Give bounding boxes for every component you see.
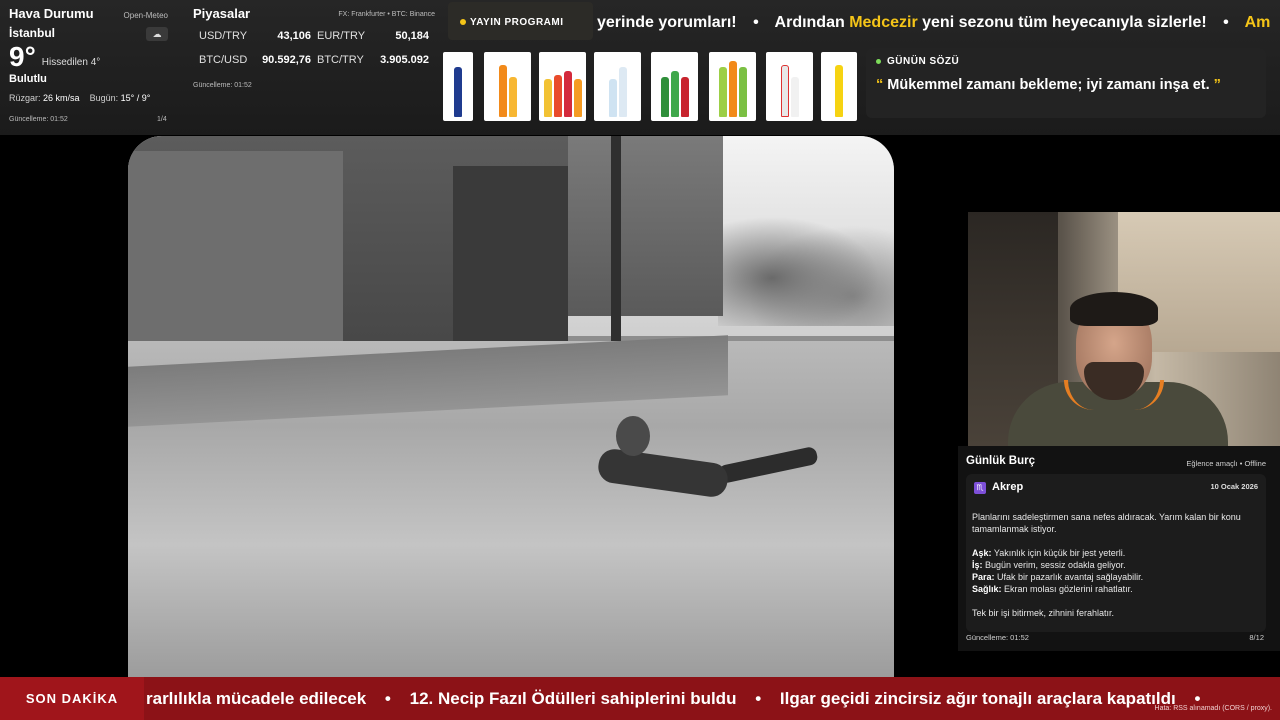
top-bar: Hava Durumu Open-Meteo İstanbul ☁ 9° His… xyxy=(0,0,1280,135)
ticker-tail: Am xyxy=(1244,14,1271,31)
market-item: BTC/USD 90.592,76 xyxy=(199,54,317,66)
weather-widget: Hava Durumu Open-Meteo İstanbul ☁ 9° His… xyxy=(0,0,182,130)
market-item: EUR/TRY 50,184 xyxy=(317,30,435,42)
live-dot-icon xyxy=(876,59,881,64)
market-value: 50,184 xyxy=(395,30,429,42)
video-player[interactable] xyxy=(0,135,1022,677)
live-dot-icon xyxy=(460,19,466,25)
horoscope-love: Aşk: Yakınlık için küçük bir jest yeterl… xyxy=(972,548,1126,558)
weather-condition: Bulutlu xyxy=(9,73,47,85)
video-frame xyxy=(128,136,894,677)
horoscope-tag: Eğlence amaçlı • Offline xyxy=(1186,459,1266,468)
weather-source: Open-Meteo xyxy=(123,11,168,20)
weather-stats: Rüzgar: 26 km/sa Bugün: 15° / 9° xyxy=(9,93,173,103)
market-value: 90.592,76 xyxy=(262,54,311,66)
horoscope-updated: Güncelleme: 01:52 xyxy=(966,633,1029,642)
ticker-separator: • xyxy=(1223,14,1229,31)
ticker-text-a: Ardından xyxy=(774,14,845,31)
horoscope-widget: Günlük Burç Eğlence amaçlı • Offline ♏ A… xyxy=(958,446,1280,651)
product-image xyxy=(821,52,857,121)
rss-error-text: Hata: RSS alınamadı (CORS / proxy). xyxy=(1154,705,1272,712)
horoscope-intro: Planlarını sadeleştirmen sana nefes aldı… xyxy=(972,512,1241,534)
horoscope-health: Sağlık: Ekran molası gözlerini rahatlatı… xyxy=(972,584,1133,594)
market-key: BTC/TRY xyxy=(317,54,364,66)
market-key: EUR/TRY xyxy=(317,30,366,42)
quote-of-the-day: GÜNÜN SÖZÜ “ Mükemmel zamanı bekleme; iy… xyxy=(866,48,1266,118)
schedule-label: YAYIN PROGRAMI xyxy=(470,17,564,28)
quote-title: GÜNÜN SÖZÜ xyxy=(887,56,960,67)
ticker-prefix: yerinde yorumları! xyxy=(597,14,737,31)
horoscope-money: Para: Ufak bir pazarlık avantaj sağlayab… xyxy=(972,572,1144,582)
webcam-feed xyxy=(968,212,1280,446)
horoscope-work: İş: Bugün verim, sessiz odakla geliyor. xyxy=(972,560,1126,570)
markets-source: FX: Frankfurter • BTC: Binance xyxy=(338,11,435,18)
news-separator: • xyxy=(384,689,391,708)
horoscope-page: 8/12 xyxy=(1249,633,1264,642)
news-item: 12. Necip Fazıl Ödülleri sahiplerini bul… xyxy=(409,689,737,708)
product-image xyxy=(594,52,641,121)
product-image xyxy=(709,52,756,121)
markets-grid: USD/TRY 43,106 EUR/TRY 50,184 BTC/USD 90… xyxy=(199,30,435,66)
markets-widget: Piyasalar FX: Frankfurter • BTC: Binance… xyxy=(183,0,439,100)
today-value: 15° / 9° xyxy=(120,93,151,103)
news-separator: • xyxy=(755,689,762,708)
weather-page: 1/4 xyxy=(157,116,167,123)
product-image xyxy=(484,52,531,121)
market-value: 3.905.092 xyxy=(380,54,429,66)
wind-value: 26 km/sa xyxy=(43,93,80,103)
market-key: USD/TRY xyxy=(199,30,248,42)
horoscope-date: 10 Ocak 2026 xyxy=(1210,482,1258,491)
ticker-text-b: yeni sezonu tüm heyecanıyla sizlerle! xyxy=(922,14,1207,31)
quote-text: Mükemmel zamanı bekleme; iyi zamanı inşa… xyxy=(887,77,1210,93)
market-item: USD/TRY 43,106 xyxy=(199,30,317,42)
product-image xyxy=(766,52,813,121)
market-item: BTC/TRY 3.905.092 xyxy=(317,54,435,66)
product-image xyxy=(443,52,473,121)
schedule-badge: YAYIN PROGRAMI xyxy=(448,2,593,40)
today-label: Bugün: xyxy=(89,93,119,103)
breaking-news-ticker: rarlılıkla mücadele edilecek • 12. Necip… xyxy=(146,677,1280,720)
wind-label: Rüzgar: xyxy=(9,93,41,103)
quote-open-mark: “ xyxy=(876,77,884,93)
weather-temperature: 9° xyxy=(9,41,36,72)
market-key: BTC/USD xyxy=(199,54,248,66)
breaking-news-label: SON DAKİKA xyxy=(0,677,144,720)
breaking-news-bar: SON DAKİKA rarlılıkla mücadele edilecek … xyxy=(0,677,1280,720)
product-ad-strip xyxy=(443,52,857,122)
horoscope-advice: Tek bir işi bitirmek, zihnini ferahlatır… xyxy=(972,608,1115,618)
weather-updated: Güncelleme: 01:52 xyxy=(9,116,68,123)
market-value: 43,106 xyxy=(277,30,311,42)
markets-updated: Güncelleme: 01:52 xyxy=(193,82,252,89)
weather-feels-like: Hissedilen 4° xyxy=(41,57,101,68)
schedule-ticker: yerinde yorumları! • Ardından Medcezir y… xyxy=(597,6,1280,40)
news-item: Ilgar geçidi zincirsiz ağır tonajlı araç… xyxy=(779,689,1176,708)
scorpio-icon: ♏ xyxy=(974,482,986,494)
ticker-separator: • xyxy=(753,14,759,31)
quote-close-mark: ” xyxy=(1213,77,1221,93)
horoscope-card: ♏ Akrep 10 Ocak 2026 Planlarını sadeleşt… xyxy=(966,474,1266,632)
product-image xyxy=(539,52,586,121)
horoscope-sign: Akrep xyxy=(992,481,1024,493)
cloud-icon: ☁ xyxy=(146,27,168,41)
news-item: rarlılıkla mücadele edilecek xyxy=(146,689,367,708)
ticker-highlight: Medcezir xyxy=(849,14,918,31)
product-image xyxy=(651,52,698,121)
